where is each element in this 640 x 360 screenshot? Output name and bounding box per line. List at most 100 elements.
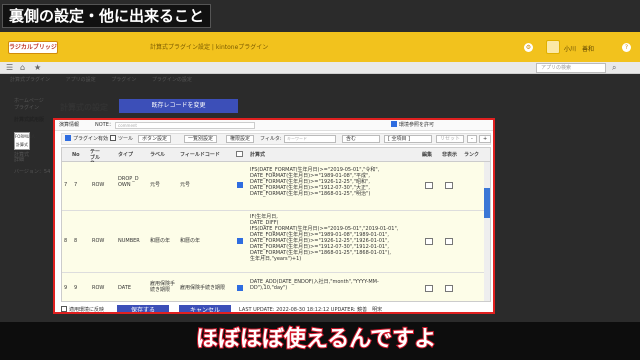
row-index: 7: [64, 182, 68, 188]
table-scrollbar-thumb[interactable]: [484, 188, 490, 218]
row-type: DATE: [118, 285, 132, 291]
column-header-toggle[interactable]: [236, 148, 243, 162]
row-enable-checkbox[interactable]: [237, 182, 243, 188]
match-mode-select[interactable]: 含む: [342, 135, 380, 143]
row-hidden-checkbox[interactable]: [445, 182, 453, 189]
last-update-text: LAST UPDATE: 2022-08-30 18:12:12 UPDATER…: [239, 307, 383, 313]
breadcrumb-item[interactable]: プラグイン: [111, 77, 136, 83]
row-type: NUMBER: [118, 238, 140, 244]
row-index: 8: [64, 238, 68, 244]
row-no: 9: [74, 285, 78, 291]
column-header-field-code: フィールドコード: [180, 152, 220, 158]
avatar[interactable]: [546, 40, 560, 54]
table-row[interactable]: 9 9 ROW DATE 雇用保険手続き期限 雇用保険手続き期限 DATE_AD…: [62, 273, 490, 301]
table-scrollbar[interactable]: [484, 162, 490, 301]
row-table: ROW: [92, 238, 105, 244]
copy-record-button[interactable]: 既存レコードを変更: [119, 99, 238, 113]
tool-checkbox[interactable]: [110, 134, 116, 141]
row-field-code: 雇用保険手続き期限: [180, 285, 226, 291]
apply-env-option[interactable]: 適用環境に反映: [61, 304, 105, 313]
star-icon[interactable]: ★: [34, 63, 41, 73]
video-title: 裏側の設定・他に出来ること: [2, 4, 212, 28]
app-header: ラジカルブリッジ 計算式プラグイン設定 | kintoneプラグイン ⚙ 小川 …: [0, 32, 640, 62]
formula-table: No テーブル名 タイプ ラベル フィールドコード 計算式 編集 非表示 ランク…: [61, 147, 491, 302]
column-header-table: テーブル名: [90, 149, 101, 167]
formula-plugin-icon: FORMULA 計算式: [14, 132, 35, 150]
save-button[interactable]: 保存する: [117, 305, 169, 312]
cancel-button[interactable]: キャンセル: [179, 305, 231, 312]
settings-icon[interactable]: ⚙: [524, 43, 533, 52]
column-header-rank: ランク: [464, 152, 480, 158]
note-label: NOTE：: [95, 122, 114, 128]
row-edit-checkbox[interactable]: [425, 285, 433, 292]
row-edit-checkbox[interactable]: [425, 238, 433, 245]
remove-row-button[interactable]: -: [467, 135, 477, 143]
sidebar-item-trial[interactable]: 計算式試用版: [14, 116, 44, 123]
row-hidden-checkbox[interactable]: [445, 238, 453, 245]
table-row[interactable]: 8 8 ROW NUMBER 和暦の年 和暦の年 IF(生年月日, DATE_D…: [62, 211, 490, 273]
add-row-button[interactable]: +: [479, 135, 492, 143]
bulk-setting-button[interactable]: 一覧別設定: [184, 135, 218, 143]
subtitle-bar: ほぼほぼ使えるんですよ: [0, 322, 640, 360]
app-logo[interactable]: ラジカルブリッジ: [8, 41, 58, 54]
sidebar-item-home[interactable]: ホームページ: [14, 97, 44, 104]
home-icon[interactable]: ⌂: [20, 63, 25, 73]
panel-footer: 適用環境に反映 保存する キャンセル LAST UPDATE: 2022-08-…: [55, 304, 493, 313]
help-icon[interactable]: ?: [622, 43, 631, 52]
table-header: No テーブル名 タイプ ラベル フィールドコード 計算式 編集 非表示 ランク: [62, 148, 490, 167]
toolbar: プラグイン有効 ツール ボタン設定 一覧別設定 権限設定 フィルタ: キーワード…: [61, 133, 492, 145]
menu-icon[interactable]: ☰: [6, 63, 13, 73]
row-hidden-checkbox[interactable]: [445, 285, 453, 292]
allow-env-option[interactable]: 環境参照を許可: [391, 120, 434, 131]
breadcrumb-item[interactable]: アプリの設定: [66, 77, 96, 83]
formula-settings-panel: 演算情報 NOTE： comment 環境参照を許可 プラグイン有効 ツール ボ…: [53, 118, 495, 314]
apply-env-label: 適用環境に反映: [69, 307, 105, 313]
row-enable-checkbox[interactable]: [237, 285, 243, 291]
row-label: 元号: [150, 182, 161, 188]
column-header-label: ラベル: [150, 152, 166, 158]
info-row: 演算情報 NOTE： comment 環境参照を許可: [55, 120, 493, 131]
row-label: 雇用保険手続き期限: [150, 281, 176, 293]
row-formula[interactable]: DATE_ADD(DATE_ENDOF(入社日,"month","YYYY-MM…: [250, 279, 410, 291]
row-enable-checkbox[interactable]: [237, 238, 243, 244]
search-icon[interactable]: ⌕: [612, 63, 616, 73]
row-label: 和暦の年: [150, 238, 171, 244]
info-label: 演算情報: [59, 122, 80, 128]
row-edit-checkbox[interactable]: [425, 182, 433, 189]
field-select[interactable]: [ 全項目 ]: [384, 135, 432, 143]
permission-setting-button[interactable]: 権限設定: [226, 135, 255, 143]
note-input[interactable]: comment: [115, 122, 255, 129]
column-header-no: No: [72, 152, 80, 158]
filter-label: フィルタ:: [260, 136, 282, 142]
sidebar-item-plugin[interactable]: プラグイン: [14, 104, 39, 111]
app-search-input[interactable]: アプリの検索: [536, 63, 606, 73]
breadcrumb-item[interactable]: 計算式プラグイン: [10, 77, 50, 83]
button-setting-button[interactable]: ボタン設定: [138, 135, 172, 143]
screen: 裏側の設定・他に出来ること ラジカルブリッジ 計算式プラグイン設定 | kint…: [0, 0, 640, 360]
plugin-enabled-option[interactable]: プラグイン有効: [65, 134, 108, 144]
column-header-hidden: 非表示: [442, 152, 458, 158]
allow-env-checkbox[interactable]: [391, 120, 397, 127]
table-row[interactable]: 7 7 ROW DROP_DOWN 元号 元号 IFS(DATE_FORMAT(…: [62, 162, 490, 211]
column-header-formula: 計算式: [250, 152, 266, 158]
sidebar-item-detail[interactable]: 詳細: [14, 156, 24, 163]
subtitle-text: ほぼほぼ使えるんですよ: [195, 326, 437, 353]
app-navbar: ☰ ⌂ ★ アプリの検索 ⌕: [0, 62, 640, 74]
row-type: DROP_DOWN: [118, 176, 139, 188]
row-no: 7: [74, 182, 78, 188]
app-title: 計算式プラグイン設定 | kintoneプラグイン: [150, 44, 269, 51]
tool-option[interactable]: ツール: [110, 134, 133, 144]
row-table: ROW: [92, 285, 105, 291]
column-header-edit: 編集: [422, 152, 433, 158]
row-field-code: 元号: [180, 182, 191, 188]
row-field-code: 和暦の年: [180, 238, 201, 244]
reset-button[interactable]: リセット: [436, 135, 465, 143]
breadcrumb-item[interactable]: プラグインの設定: [152, 77, 192, 83]
plugin-enabled-checkbox[interactable]: [65, 134, 71, 141]
allow-env-label: 環境参照を許可: [399, 122, 435, 128]
row-index: 9: [64, 285, 68, 291]
apply-env-checkbox[interactable]: [61, 305, 67, 312]
user-name[interactable]: 小川 善和: [564, 44, 594, 53]
row-table: ROW: [92, 182, 105, 188]
keyword-input[interactable]: キーワード: [284, 135, 336, 143]
